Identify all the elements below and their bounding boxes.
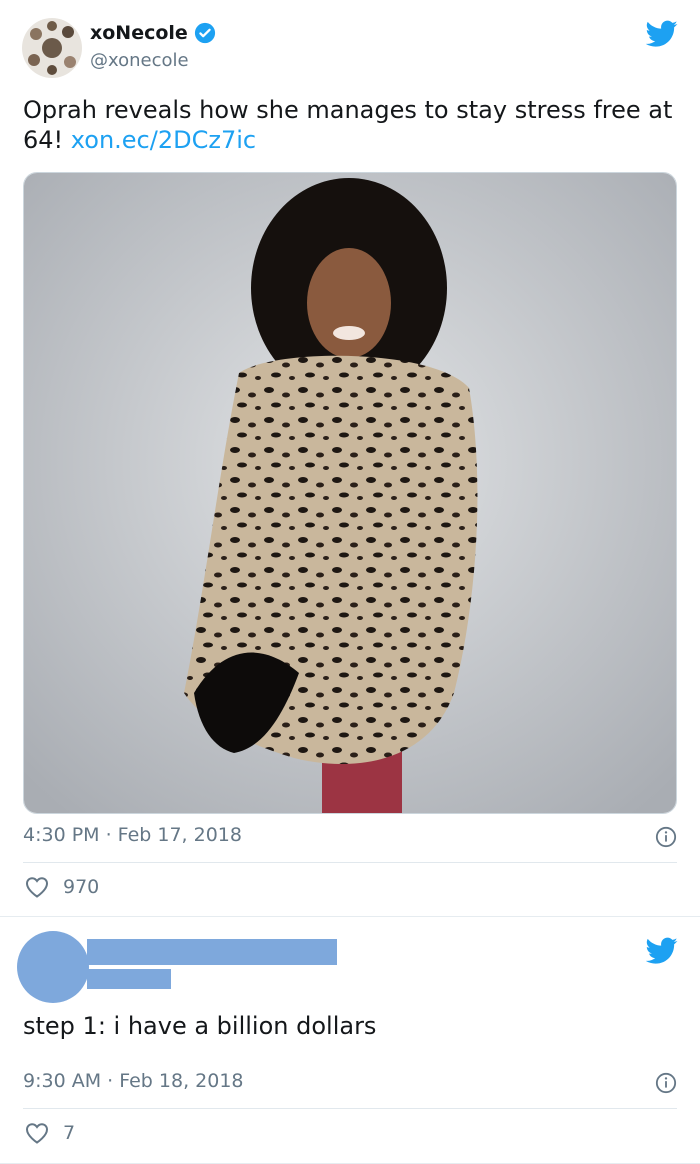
- divider: [23, 862, 677, 863]
- avatar[interactable]: [22, 18, 82, 78]
- redacted-display-name: [87, 939, 337, 965]
- redacted-handle: [87, 969, 171, 989]
- tweet-photo[interactable]: [23, 172, 677, 814]
- like-action[interactable]: 970: [25, 876, 99, 898]
- reply-timestamp[interactable]: 9:30 AM · Feb 18, 2018: [23, 1070, 244, 1092]
- user-handle[interactable]: @xonecole: [90, 50, 189, 71]
- like-action[interactable]: 7: [25, 1122, 75, 1144]
- verified-badge-icon: [194, 22, 215, 44]
- tweet-timestamp[interactable]: 4:30 PM · Feb 17, 2018: [23, 824, 242, 846]
- like-count: 970: [63, 876, 100, 898]
- heart-icon[interactable]: [25, 1122, 49, 1144]
- display-name-text[interactable]: xoNecole: [90, 22, 188, 44]
- reply-tweet-card[interactable]: step 1: i have a billion dollars 9:30 AM…: [0, 917, 700, 1164]
- divider: [23, 1108, 677, 1109]
- info-icon[interactable]: [655, 1072, 677, 1094]
- tweet-link[interactable]: xon.ec/2DCz7ic: [71, 126, 256, 154]
- avatar-redacted[interactable]: [17, 931, 89, 1003]
- like-count: 7: [63, 1122, 76, 1144]
- display-name[interactable]: xoNecole: [90, 22, 216, 44]
- reply-text: step 1: i have a billion dollars: [23, 1012, 377, 1040]
- twitter-bird-icon[interactable]: [646, 937, 678, 965]
- twitter-bird-icon[interactable]: [646, 20, 678, 48]
- tweet-text: Oprah reveals how she manages to stay st…: [23, 95, 673, 155]
- heart-icon[interactable]: [25, 876, 49, 898]
- tweet-card[interactable]: xoNecole @xonecole Oprah reveals how she…: [0, 0, 700, 917]
- info-icon[interactable]: [655, 826, 677, 848]
